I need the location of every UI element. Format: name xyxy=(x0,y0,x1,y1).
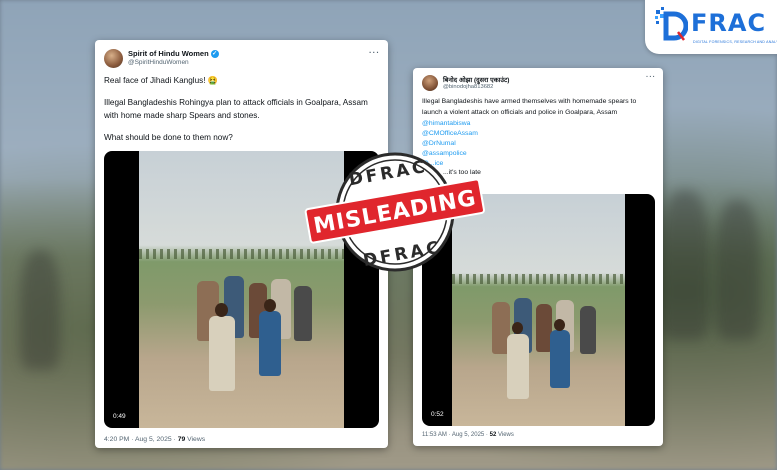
tweet-meta: 4:20 PM · Aug 5, 2025 · 79 Views xyxy=(104,436,205,443)
tweet-text-line: with home made sharp Spears and stones. xyxy=(104,111,260,120)
avatar[interactable] xyxy=(422,75,438,91)
frac-logo: FRAC DIGITAL FORENSICS, RESEARCH AND ANA… xyxy=(645,0,777,54)
mention-link[interactable]: @CMOfficeAssam xyxy=(422,130,478,137)
background-figure xyxy=(660,190,710,340)
more-options-icon[interactable]: ··· xyxy=(369,48,380,57)
crowd-figure xyxy=(209,316,235,391)
crowd-figure xyxy=(259,311,281,376)
author-name[interactable]: Spirit of Hindu Women ✓ xyxy=(128,49,219,59)
video-duration: 0:49 xyxy=(113,413,126,420)
author-handle[interactable]: @SpiritHinduWomen xyxy=(128,59,189,66)
crowd-head xyxy=(512,322,523,334)
mention-link[interactable]: @himantabiswa xyxy=(422,120,470,127)
timestamp[interactable]: 4:20 PM · Aug 5, 2025 · xyxy=(104,436,178,443)
tweet-text-line: Illegal Bangladeshis Rohingya plan to at… xyxy=(104,98,368,107)
crowd-figure xyxy=(550,330,570,388)
timestamp[interactable]: 11:53 AM · Aug 5, 2025 · xyxy=(422,432,490,438)
crowd-head xyxy=(215,303,228,317)
crowd-figure xyxy=(580,306,596,354)
more-options-icon[interactable]: ··· xyxy=(646,74,656,81)
crowd-figure xyxy=(507,334,529,399)
misleading-stamp: DFRAC DFRAC MISLEADING xyxy=(304,152,485,272)
mention-link[interactable]: @DrNumal xyxy=(422,140,456,147)
verified-badge-icon: ✓ xyxy=(210,50,219,59)
logo-subtitle: DIGITAL FORENSICS, RESEARCH AND ANALYTIC… xyxy=(693,40,777,44)
author-name-text[interactable]: Spirit of Hindu Women xyxy=(128,49,209,58)
background-figure xyxy=(20,250,60,370)
treeline xyxy=(452,274,625,284)
frac-logo-icon xyxy=(655,7,688,41)
crowd-head xyxy=(554,319,565,331)
background-figure xyxy=(715,200,760,340)
tweet-text-line: Real face of Jihadi Kanglus! 🤮 xyxy=(104,76,218,85)
tweet-text-line: What should be done to them now? xyxy=(104,133,233,142)
crowd-figure xyxy=(294,286,312,341)
views-label: Views xyxy=(496,432,514,438)
author-name[interactable]: बिनोद ओझा (दुसरा एकाउंट) xyxy=(443,75,509,84)
tweet-text-line: Illegal Bangladeshis have armed themselv… xyxy=(422,98,637,105)
crowd-head xyxy=(264,299,276,312)
video-duration: 0:52 xyxy=(431,411,444,418)
views-label: Views xyxy=(185,436,206,443)
tweet-meta: 11:53 AM · Aug 5, 2025 · 52 Views xyxy=(422,432,514,438)
logo-text: FRAC xyxy=(691,9,767,37)
tweet-text-line: launch a violent attack on officials and… xyxy=(422,109,618,116)
author-handle[interactable]: @binodojha813682 xyxy=(443,84,493,90)
avatar[interactable] xyxy=(104,49,123,68)
